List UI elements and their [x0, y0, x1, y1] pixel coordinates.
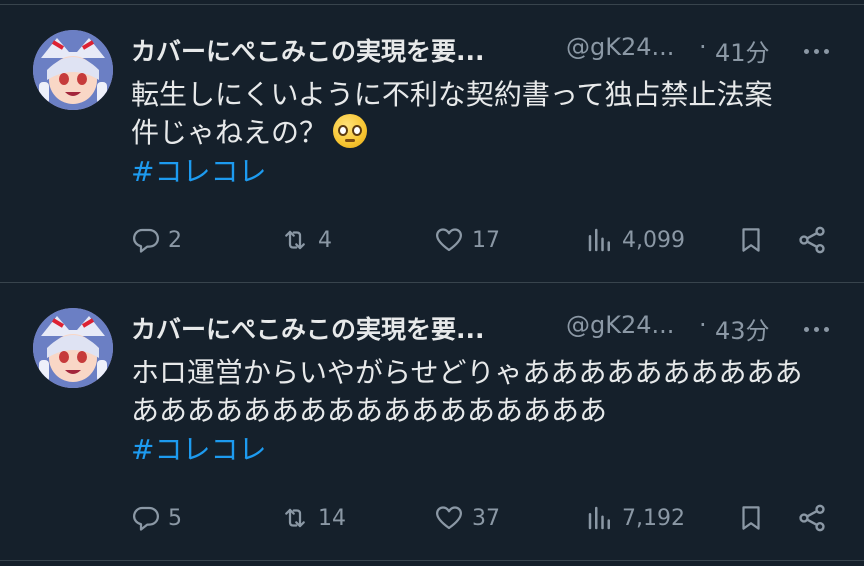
retweet-icon [285, 508, 305, 528]
tweet-text: ホロ運営からいやがらせどりゃああああああああああ あああああああああああああああ… [131, 354, 831, 469]
views-count: 7,192 [622, 505, 685, 531]
author-handle[interactable]: @gK24... [566, 33, 674, 61]
bookmark-icon [742, 506, 760, 530]
bookmark-icon [742, 228, 760, 252]
reply-icon [133, 506, 159, 531]
tweet-text: 転生しにくいように不利な契約書って独占禁止法案 件じゃねえの？ #コレコレ [131, 76, 831, 191]
views-button[interactable]: 7,192 [585, 500, 685, 536]
more-icon[interactable] [796, 314, 836, 344]
separator-dot: · [699, 311, 707, 339]
like-count: 37 [472, 505, 500, 531]
retweet-button[interactable]: 14 [279, 500, 346, 536]
tweet-text-line: 件じゃねえの？ [131, 116, 328, 149]
reply-button[interactable]: 2 [131, 222, 182, 258]
like-button[interactable]: 37 [433, 500, 500, 536]
bookmark-button[interactable] [736, 500, 766, 536]
action-bar: 2 4 17 4,099 [131, 222, 831, 258]
timeline-feed: カバーにぺこみこの実現を要... @gK24... · 41分 転生しにくいよう… [0, 0, 864, 566]
hashtag-link[interactable]: #コレコレ [131, 431, 831, 469]
views-icon [588, 228, 610, 252]
author-handle[interactable]: @gK24... [566, 311, 674, 339]
tweet-text-line: ホロ運営からいやがらせどりゃああああああああああ [131, 356, 803, 389]
like-button[interactable]: 17 [433, 222, 500, 258]
like-icon [436, 506, 462, 530]
more-icon[interactable] [796, 36, 836, 66]
avatar[interactable] [33, 30, 113, 110]
reply-icon [133, 228, 159, 253]
timestamp[interactable]: 43分 [715, 311, 770, 346]
tweet-text-line: あああああああああああああああああ [131, 394, 608, 427]
timestamp[interactable]: 41分 [715, 33, 770, 68]
tweet-header: カバーにぺこみこの実現を要... @gK24... · 43分 [131, 310, 841, 350]
tweet-text-line: 転生しにくいように不利な契約書って独占禁止法案 [131, 78, 773, 111]
avatar[interactable] [33, 308, 113, 388]
tweet-text-line-wrap: 件じゃねえの？ [131, 114, 831, 152]
retweet-icon [285, 230, 305, 250]
share-button[interactable] [796, 500, 828, 536]
divider [0, 560, 864, 561]
bookmark-button[interactable] [736, 222, 766, 258]
retweet-count: 14 [318, 505, 346, 531]
share-icon [799, 226, 825, 254]
like-icon [436, 228, 462, 252]
views-icon [588, 506, 610, 530]
retweet-button[interactable]: 4 [279, 222, 332, 258]
action-bar: 5 14 37 7,192 [131, 500, 831, 536]
reply-count: 2 [168, 227, 182, 253]
share-button[interactable] [796, 222, 828, 258]
like-count: 17 [472, 227, 500, 253]
hashtag-link[interactable]: #コレコレ [131, 153, 831, 191]
tweet[interactable]: カバーにぺこみこの実現を要... @gK24... · 43分 ホロ運営からいや… [0, 282, 864, 560]
reply-count: 5 [168, 505, 182, 531]
pleading-face-emoji-icon [333, 114, 368, 148]
reply-button[interactable]: 5 [131, 500, 182, 536]
retweet-count: 4 [318, 227, 332, 253]
tweet-header: カバーにぺこみこの実現を要... @gK24... · 41分 [131, 32, 841, 72]
author-name[interactable]: カバーにぺこみこの実現を要... [131, 310, 485, 346]
author-name[interactable]: カバーにぺこみこの実現を要... [131, 32, 485, 68]
separator-dot: · [699, 33, 707, 61]
views-count: 4,099 [622, 227, 685, 253]
share-icon [799, 504, 825, 532]
views-button[interactable]: 4,099 [585, 222, 685, 258]
tweet[interactable]: カバーにぺこみこの実現を要... @gK24... · 41分 転生しにくいよう… [0, 4, 864, 282]
